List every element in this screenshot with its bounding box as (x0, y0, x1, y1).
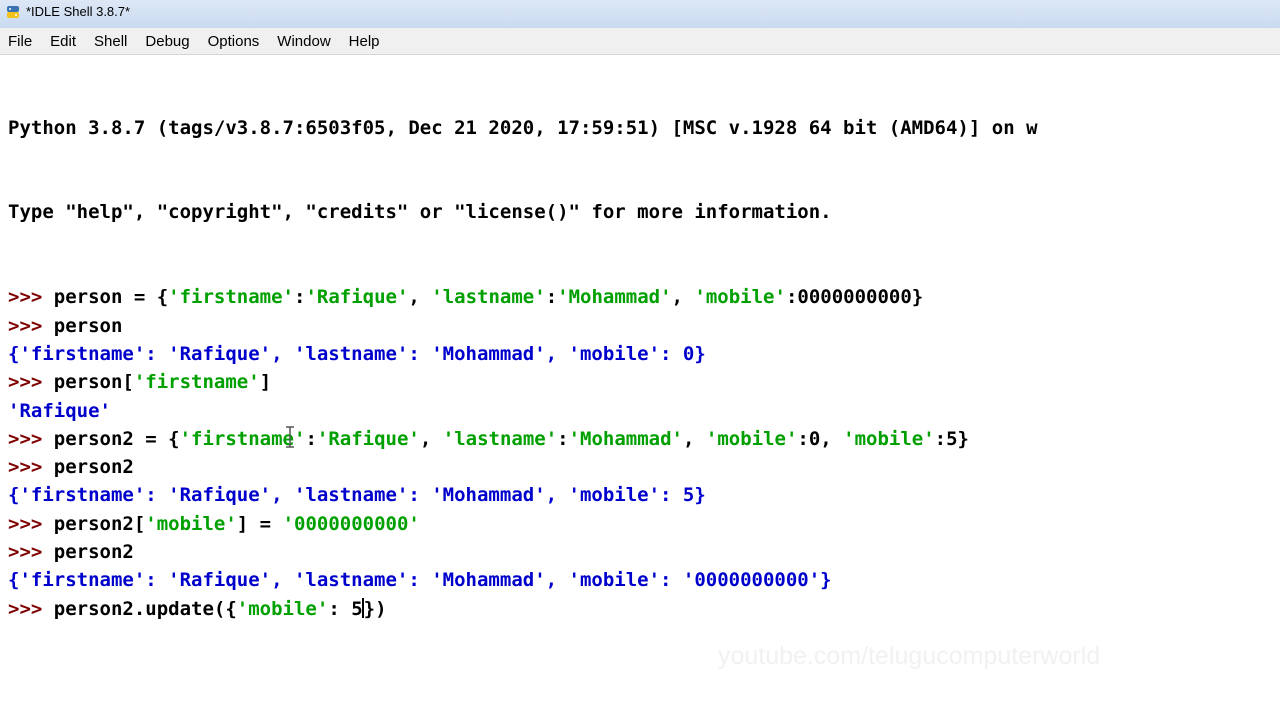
watermark-text: youtube.com/telugucomputerworld (718, 642, 1101, 670)
string-literal: 'lastname' (431, 286, 546, 309)
menu-file[interactable]: File (4, 33, 36, 50)
menu-options[interactable]: Options (204, 33, 264, 50)
code-text: : (545, 286, 558, 309)
current-input-line: >>> person2.update({'mobile': 5}) (8, 595, 1038, 623)
code-text: , (671, 286, 695, 309)
python-idle-icon (7, 6, 19, 18)
code-text: : (557, 427, 569, 450)
menu-edit[interactable]: Edit (46, 33, 80, 50)
input-line: >>> person (8, 312, 1038, 340)
code-text: : (305, 427, 317, 450)
code-text: person2 (53, 541, 134, 564)
input-line: >>> person2['mobile'] = '0000000000' (8, 510, 1038, 538)
string-literal: 'Rafique' (305, 286, 409, 309)
menu-help[interactable]: Help (345, 33, 384, 50)
code-text: ] = (236, 512, 283, 535)
string-literal: 'lastname' (442, 427, 558, 450)
input-line: >>> person2 (8, 538, 1038, 566)
prompt: >>> (8, 597, 54, 620)
output-line: 'Rafique' (8, 399, 111, 422)
code-text: : (294, 286, 306, 309)
code-text: , (408, 286, 432, 309)
banner-line: Type "help", "copyright", "credits" or "… (8, 201, 832, 224)
output-line: {'firstname': 'Rafique', 'lastname': 'Mo… (8, 484, 706, 507)
text-ibeam-icon (286, 426, 294, 448)
prompt: >>> (8, 541, 54, 564)
prompt: >>> (8, 512, 54, 535)
prompt: >>> (8, 286, 54, 309)
string-literal: 'Rafique' (316, 427, 420, 450)
string-literal: 'Mohammad' (557, 286, 672, 309)
string-literal: 'mobile' (843, 427, 935, 450)
code-text: person (53, 314, 123, 337)
idle-shell-window: *IDLE Shell 3.8.7* File Edit Shell Debug Opt… (0, 0, 1280, 720)
code-text: person2 (53, 456, 134, 479)
output-line: {'firstname': 'Rafique', 'lastname': 'Mo… (8, 569, 832, 592)
code-text: person2[ (53, 512, 146, 535)
banner-line: Python 3.8.7 (tags/v3.8.7:6503f05, Dec 2… (8, 116, 1038, 139)
code-text: person2.update({ (53, 597, 237, 620)
input-line: >>> person2 (8, 453, 1038, 481)
prompt: >>> (8, 314, 54, 337)
code-text: person = { (53, 286, 169, 309)
code-text: , (682, 427, 706, 450)
title-bar[interactable]: *IDLE Shell 3.8.7* (0, 0, 1280, 29)
code-text: :0, (797, 427, 844, 450)
string-literal: 'Mohammad' (568, 427, 683, 450)
code-text: person2 = { (53, 427, 180, 450)
input-line: >>> person2 = {'firstname':'Rafique', 'l… (8, 425, 1038, 453)
shell-lines: Python 3.8.7 (tags/v3.8.7:6503f05, Dec 2… (8, 57, 1038, 623)
string-literal: 'firstname' (168, 286, 294, 309)
code-text: person[ (53, 371, 134, 394)
code-text: ] (259, 371, 272, 394)
input-line: >>> person['firstname'] (8, 368, 1038, 396)
code-text: :5} (934, 427, 969, 450)
shell-text-area[interactable]: Python 3.8.7 (tags/v3.8.7:6503f05, Dec 2… (0, 55, 1280, 720)
code-text: :0000000000} (785, 286, 924, 309)
code-text: : 5 (328, 597, 363, 620)
menu-shell[interactable]: Shell (90, 33, 131, 50)
prompt: >>> (8, 371, 54, 394)
menu-window[interactable]: Window (273, 33, 334, 50)
prompt: >>> (8, 427, 54, 450)
input-line: >>> person = {'firstname':'Rafique', 'la… (8, 283, 1038, 311)
output-line: {'firstname': 'Rafique', 'lastname': 'Mo… (8, 342, 706, 365)
string-literal: 'mobile' (236, 597, 329, 620)
code-text: , (419, 427, 443, 450)
code-text: }) (363, 597, 387, 620)
string-literal: 'mobile' (705, 427, 798, 450)
string-literal: 'mobile' (145, 512, 237, 535)
window-title: *IDLE Shell 3.8.7* (26, 4, 131, 19)
string-literal: 'firstname' (133, 371, 260, 394)
string-literal: 'mobile' (694, 286, 786, 309)
string-literal: '0000000000' (282, 512, 420, 535)
menu-bar: File Edit Shell Debug Options Window Help (0, 28, 1280, 55)
menu-debug[interactable]: Debug (141, 33, 193, 50)
prompt: >>> (8, 456, 54, 479)
